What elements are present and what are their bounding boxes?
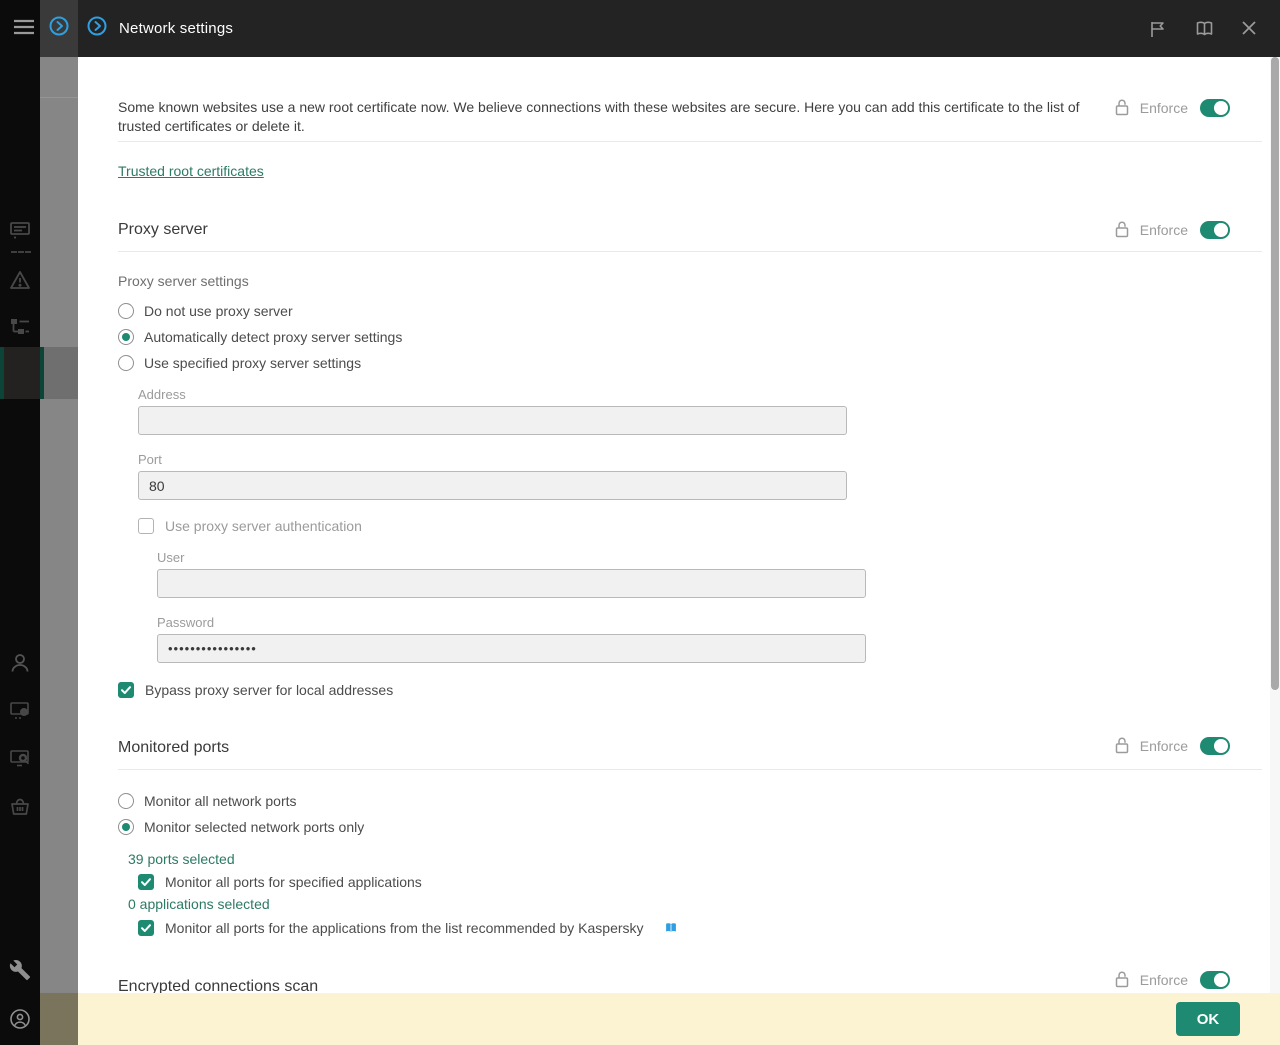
dialog-footer: OK — [78, 993, 1280, 1045]
lock-icon — [1114, 220, 1130, 241]
dimmed-selected-menu-item[interactable] — [40, 347, 78, 399]
dimmed-menu-column — [40, 0, 78, 1045]
enforce-label: Enforce — [1140, 738, 1188, 754]
rail-selected-item[interactable] — [0, 347, 40, 399]
radio-label: Use specified proxy server settings — [144, 355, 361, 371]
password-input[interactable] — [157, 634, 866, 663]
dialog-body: Some known websites use a new root certi… — [78, 57, 1280, 993]
user-label: User — [157, 550, 1262, 565]
hierarchy-icon[interactable] — [9, 316, 31, 338]
checkbox-label: Use proxy server authentication — [165, 518, 362, 534]
wrench-icon[interactable] — [9, 959, 31, 981]
radio-circle-selected[interactable] — [118, 329, 134, 345]
intro-text: Some known websites use a new root certi… — [118, 98, 1113, 136]
checkbox-checked[interactable] — [138, 920, 154, 936]
enforce-toggle-certificates[interactable] — [1200, 99, 1230, 117]
port-input[interactable] — [138, 471, 847, 500]
lock-icon — [1114, 970, 1130, 991]
specified-apps-checkbox[interactable]: Monitor all ports for specified applicat… — [138, 873, 1262, 891]
rail-separator — [11, 251, 31, 253]
scrollbar-thumb[interactable] — [1271, 57, 1279, 690]
enforce-label: Enforce — [1140, 222, 1188, 238]
radio-label: Automatically detect proxy server settin… — [144, 329, 402, 345]
dialog-title: Network settings — [119, 20, 233, 37]
help-book-icon[interactable] — [663, 921, 679, 935]
flag-icon[interactable] — [1148, 19, 1168, 39]
ports-section-header: Monitored ports — [118, 739, 1262, 770]
device-search-icon[interactable] — [9, 747, 31, 769]
proxy-auth-checkbox[interactable]: Use proxy server authentication — [138, 517, 1262, 535]
address-input[interactable] — [138, 406, 847, 435]
encrypted-section-header: Encrypted connections scan — [118, 978, 1262, 993]
radio-auto-detect[interactable]: Automatically detect proxy server settin… — [118, 328, 1262, 346]
port-label: Port — [138, 452, 1262, 467]
checkbox-checked[interactable] — [118, 682, 134, 698]
radio-circle[interactable] — [118, 355, 134, 371]
scrollbar-track[interactable] — [1270, 57, 1280, 993]
checkbox-label: Bypass proxy server for local addresses — [145, 682, 393, 698]
dimmed-footer-strip — [40, 993, 78, 1045]
help-book-icon[interactable] — [1194, 19, 1214, 39]
hamburger-menu-icon[interactable] — [13, 16, 35, 38]
enforce-label: Enforce — [1140, 972, 1188, 988]
bypass-proxy-checkbox[interactable]: Bypass proxy server for local addresses — [118, 681, 1262, 699]
close-icon[interactable] — [1240, 19, 1260, 39]
password-label: Password — [157, 615, 1262, 630]
checkbox-checked[interactable] — [138, 874, 154, 890]
lock-icon — [1114, 736, 1130, 757]
enforce-toggle-proxy[interactable] — [1200, 221, 1230, 239]
enforce-row-certificates: Enforce — [1114, 96, 1230, 120]
enforce-row-ports: Enforce — [1114, 734, 1230, 758]
proxy-settings-label: Proxy server settings — [118, 273, 1262, 289]
ok-button[interactable]: OK — [1176, 1002, 1240, 1036]
proxy-section-header: Proxy server — [118, 221, 1262, 252]
address-label: Address — [138, 387, 1262, 402]
enforce-row-encrypted: Enforce — [1114, 968, 1230, 992]
enforce-toggle-encrypted[interactable] — [1200, 971, 1230, 989]
enforce-label: Enforce — [1140, 100, 1188, 116]
circle-arrow-icon — [86, 15, 108, 42]
device-settings-icon[interactable] — [9, 699, 31, 721]
encrypted-section-title: Encrypted connections scan — [118, 978, 318, 993]
divider — [118, 141, 1262, 142]
screen: Network settings Enforce Enforce — [0, 0, 1280, 1045]
dimmed-menu-header — [40, 0, 78, 57]
applications-selected-link[interactable]: 0 applications selected — [128, 896, 270, 912]
radio-circle[interactable] — [118, 303, 134, 319]
radio-circle[interactable] — [118, 793, 134, 809]
enforce-toggle-ports[interactable] — [1200, 737, 1230, 755]
radio-no-proxy[interactable]: Do not use proxy server — [118, 302, 1262, 320]
trusted-certificates-link[interactable]: Trusted root certificates — [118, 163, 264, 179]
circle-arrow-icon — [48, 15, 70, 42]
app-icon-rail — [0, 0, 40, 1045]
ports-section-title: Monitored ports — [118, 739, 229, 756]
enforce-row-proxy: Enforce — [1114, 218, 1230, 242]
lock-icon — [1114, 98, 1130, 119]
checkbox-label: Monitor all ports for the applications f… — [165, 920, 644, 936]
account-icon[interactable] — [9, 1008, 31, 1030]
dialog-header: Network settings — [78, 0, 1280, 57]
recommended-apps-checkbox[interactable]: Monitor all ports for the applications f… — [138, 919, 1262, 937]
dashboard-icon[interactable] — [9, 219, 31, 241]
checkbox-unchecked[interactable] — [138, 518, 154, 534]
radio-monitor-all-ports[interactable]: Monitor all network ports — [118, 792, 1262, 810]
radio-circle-selected[interactable] — [118, 819, 134, 835]
radio-label: Do not use proxy server — [144, 303, 293, 319]
radio-label: Monitor selected network ports only — [144, 819, 364, 835]
ports-selected-link[interactable]: 39 ports selected — [128, 851, 235, 867]
checkbox-label: Monitor all ports for specified applicat… — [165, 874, 422, 890]
radio-specified-proxy[interactable]: Use specified proxy server settings — [118, 354, 1262, 372]
basket-icon[interactable] — [9, 796, 31, 818]
menu-divider — [40, 97, 78, 98]
user-input[interactable] — [157, 569, 866, 598]
warning-icon[interactable] — [9, 269, 31, 291]
radio-label: Monitor all network ports — [144, 793, 297, 809]
radio-monitor-selected-ports[interactable]: Monitor selected network ports only — [118, 818, 1262, 836]
proxy-section-title: Proxy server — [118, 221, 208, 238]
network-settings-dialog: Network settings Enforce Enforce — [78, 0, 1280, 1045]
user-icon[interactable] — [9, 652, 31, 674]
